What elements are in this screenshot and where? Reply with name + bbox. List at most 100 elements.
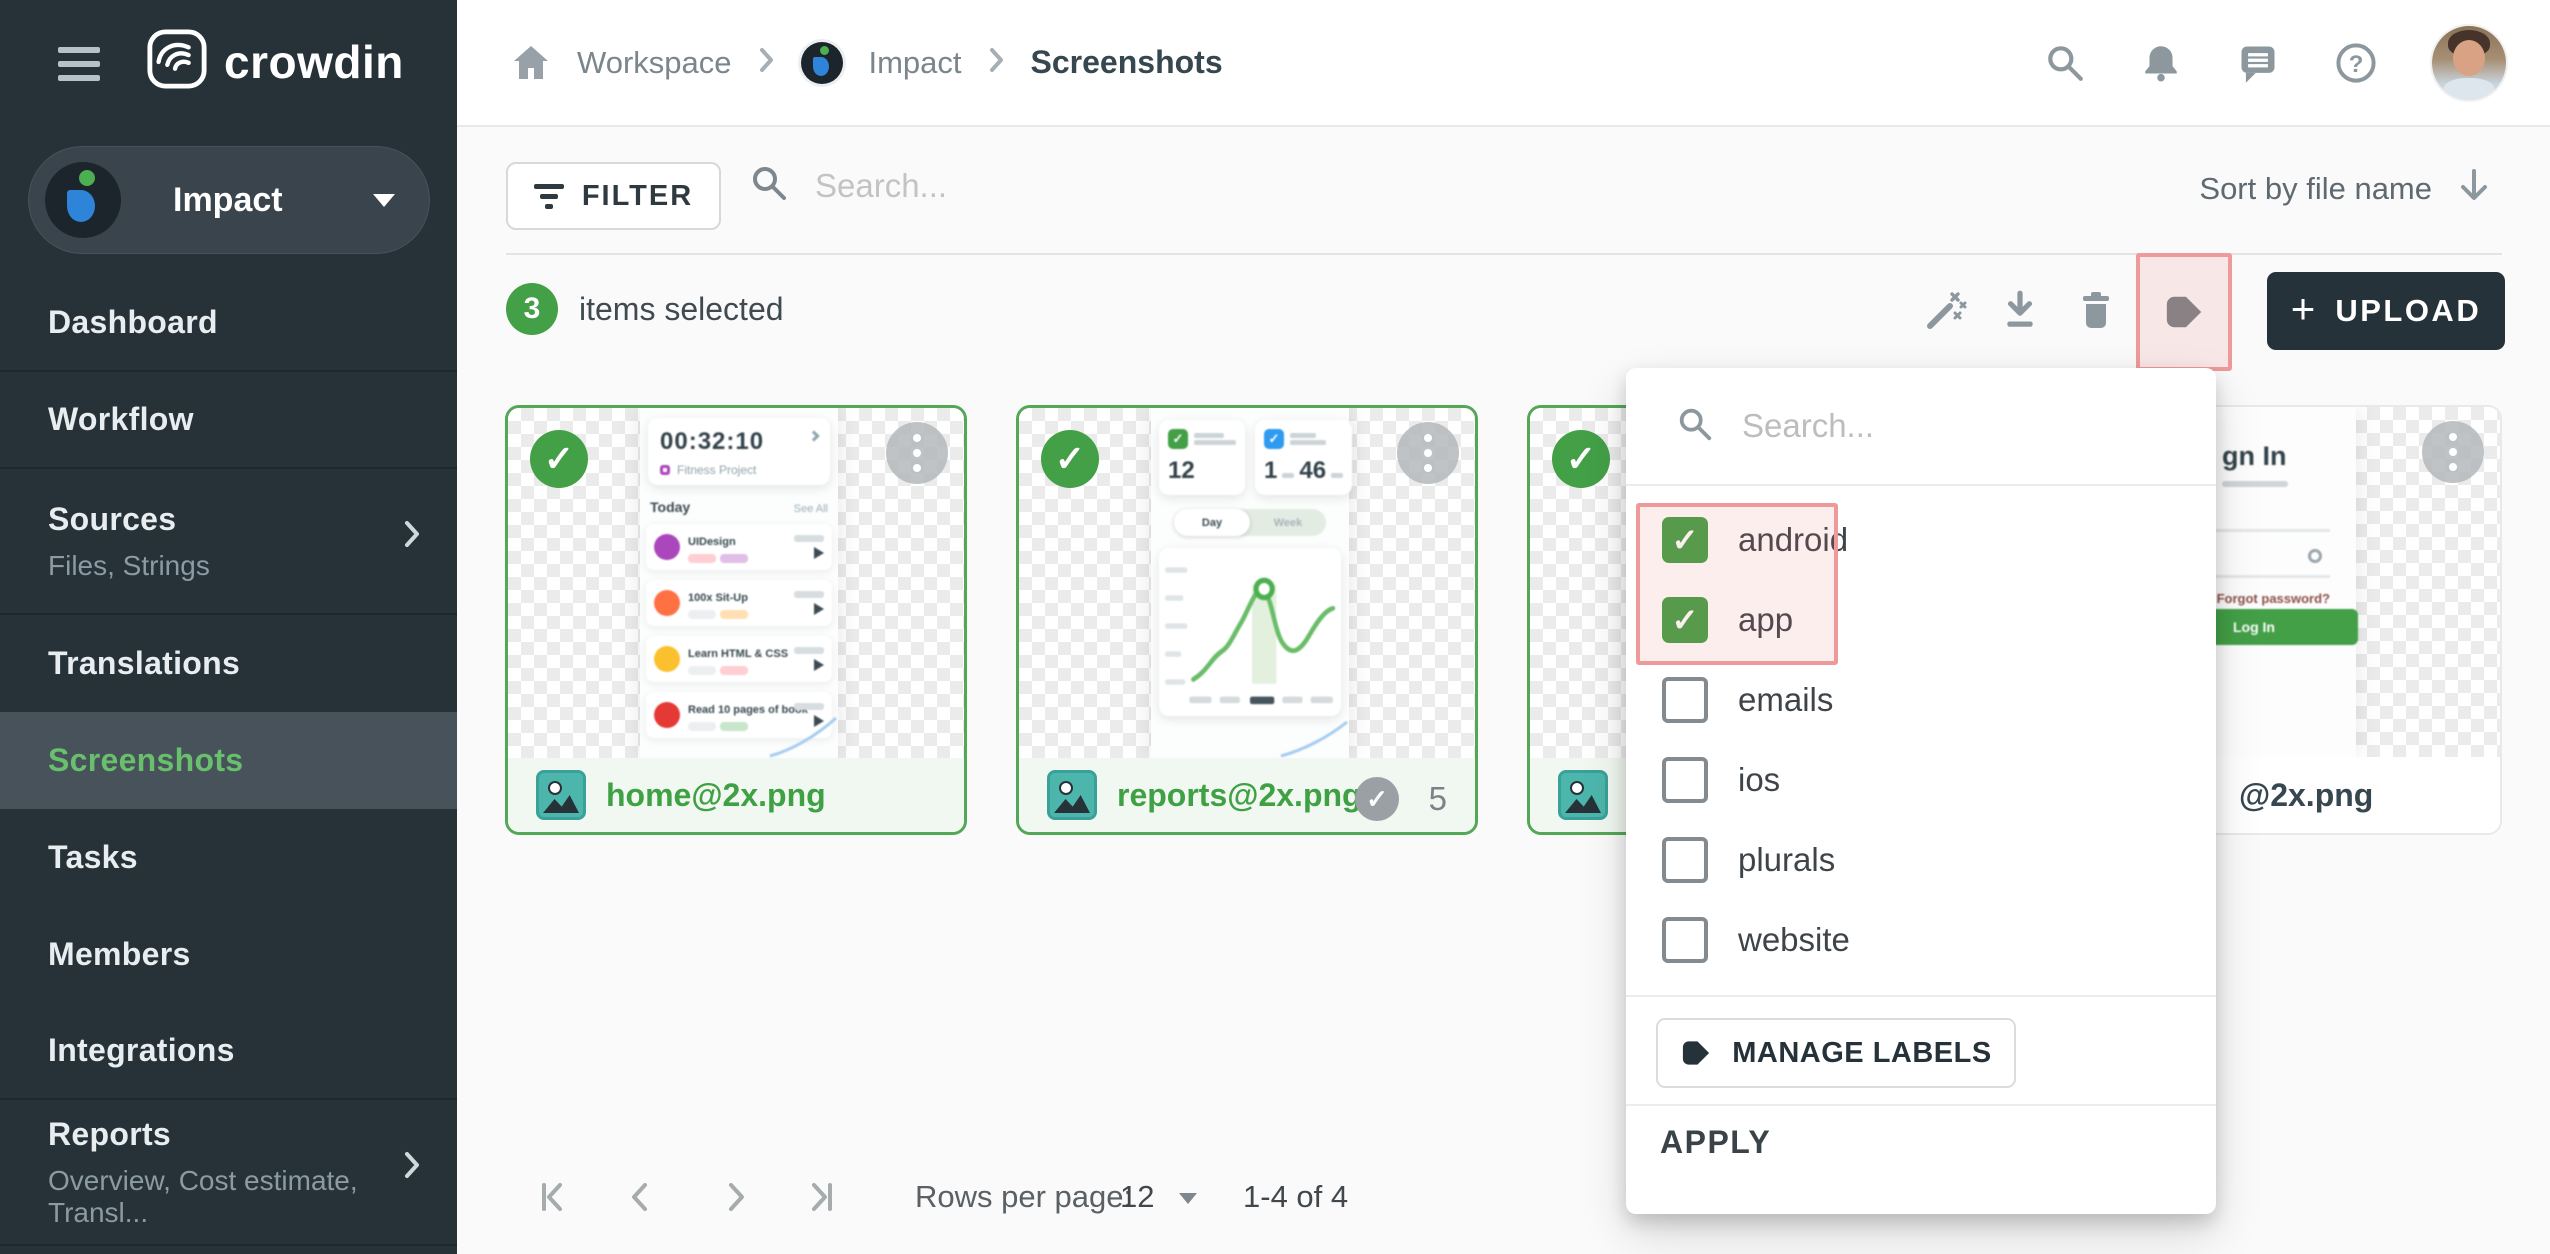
trash-icon: [2076, 289, 2116, 331]
checkbox-checked-icon[interactable]: [1662, 597, 1708, 643]
selected-check-icon[interactable]: [530, 430, 588, 488]
card-menu-kebab-icon[interactable]: [2422, 421, 2484, 483]
home-icon[interactable]: [511, 44, 551, 82]
breadcrumb-workspace[interactable]: Workspace: [577, 45, 732, 81]
selected-count-badge: 3: [506, 283, 558, 335]
delete-button[interactable]: [2065, 279, 2127, 341]
breadcrumb: Workspace Impact Screenshots: [511, 0, 1223, 125]
sidebar-item-sources[interactable]: Sources Files, Strings: [0, 469, 457, 615]
next-page-button[interactable]: [716, 1177, 756, 1217]
sidebar: crowdin Impact Dashboard Workflow Source…: [0, 0, 457, 1254]
checkbox-checked-icon[interactable]: [1662, 517, 1708, 563]
messages-chat-icon[interactable]: [2236, 41, 2280, 85]
screenshot-filename[interactable]: @2x.png: [2239, 777, 2373, 814]
sidebar-item-dashboard[interactable]: Dashboard: [0, 275, 457, 372]
help-icon[interactable]: ?: [2334, 41, 2378, 85]
last-page-button[interactable]: [802, 1177, 842, 1217]
main-content: FILTER Sort by file name 3 items selecte…: [457, 127, 2550, 1254]
sidebar-nav: Dashboard Workflow Sources Files, String…: [0, 275, 457, 1246]
brand-name: crowdin: [224, 35, 404, 89]
selected-check-icon[interactable]: [1552, 430, 1610, 488]
breadcrumb-project[interactable]: Impact: [869, 45, 962, 81]
screenshot-card-reports[interactable]: 12 146 Day Week: [1016, 405, 1478, 835]
chevron-right-icon: [758, 46, 775, 79]
manage-labels-button[interactable]: MANAGE LABELS: [1656, 1018, 2016, 1088]
chevron-right-icon: [403, 519, 421, 554]
sidebar-item-translations[interactable]: Translations: [0, 615, 457, 712]
apply-button[interactable]: APPLY: [1660, 1124, 1771, 1161]
checkbox-unchecked-icon[interactable]: [1662, 757, 1708, 803]
labels-search-field: [1626, 368, 2216, 486]
screenshot-filename[interactable]: home@2x.png: [606, 777, 826, 814]
checkbox-unchecked-icon[interactable]: [1662, 677, 1708, 723]
chevron-down-icon[interactable]: [1179, 1193, 1197, 1213]
breadcrumb-page: Screenshots: [1031, 44, 1223, 81]
first-page-button[interactable]: [532, 1177, 572, 1217]
label-tag-icon: [1680, 1038, 1712, 1068]
filter-button[interactable]: FILTER: [506, 162, 721, 230]
crowdin-logo: crowdin: [146, 28, 404, 95]
sidebar-item-workflow[interactable]: Workflow: [0, 372, 457, 469]
svg-text:?: ?: [2349, 50, 2364, 77]
sort-control[interactable]: Sort by file name: [2199, 167, 2492, 210]
check-icon: [1168, 429, 1188, 449]
rows-per-page-value[interactable]: 12: [1120, 1177, 1154, 1217]
selected-items-text: items selected: [579, 283, 784, 335]
download-button[interactable]: [1989, 279, 2051, 341]
sidebar-item-reports[interactable]: Reports Overview, Cost estimate, Transl.…: [0, 1100, 457, 1246]
checkbox-unchecked-icon[interactable]: [1662, 837, 1708, 883]
search-input[interactable]: [815, 167, 1435, 205]
upload-button[interactable]: + UPLOAD: [2267, 272, 2505, 350]
label-option-plurals[interactable]: plurals: [1626, 820, 2216, 900]
divider: [1626, 995, 2216, 997]
sidebar-item-integrations[interactable]: Integrations: [0, 1003, 457, 1100]
tagged-strings-check-icon: [1355, 777, 1399, 821]
search-icon[interactable]: [2044, 42, 2086, 84]
chevron-right-icon: [988, 46, 1005, 79]
arrow-down-icon: [2456, 167, 2492, 210]
image-file-icon: [1558, 770, 1608, 820]
project-avatar: [45, 162, 121, 238]
label-option-emails[interactable]: emails: [1626, 660, 2216, 740]
notifications-bell-icon[interactable]: [2140, 42, 2182, 84]
auto-tag-wand-button[interactable]: [1915, 279, 1977, 341]
sidebar-item-screenshots[interactable]: Screenshots: [0, 712, 457, 809]
previous-page-button[interactable]: [620, 1177, 660, 1217]
search-icon: [749, 163, 789, 208]
card-footer: reports@2x.png: [1019, 758, 1475, 832]
card-footer: home@2x.png: [508, 758, 964, 832]
rows-per-page-label: Rows per page:: [915, 1177, 1132, 1217]
tagged-strings-count: 5: [1429, 777, 1447, 821]
project-selector[interactable]: Impact: [28, 146, 430, 254]
card-menu-kebab-icon[interactable]: [886, 422, 948, 484]
chevron-right-icon: [403, 1150, 421, 1185]
selected-check-icon[interactable]: [1041, 430, 1099, 488]
labels-search-input[interactable]: [1742, 407, 2142, 445]
crowdin-logo-icon: [146, 28, 208, 95]
sidebar-item-reports-subtitle: Overview, Cost estimate, Transl...: [48, 1165, 457, 1229]
screenshots-page: crowdin Impact Dashboard Workflow Source…: [0, 0, 2550, 1254]
label-option-ios[interactable]: ios: [1626, 740, 2216, 820]
screenshot-filename[interactable]: reports@2x.png: [1117, 777, 1362, 814]
user-avatar[interactable]: [2432, 26, 2506, 100]
search-field: [749, 163, 1435, 208]
sidebar-item-members[interactable]: Members: [0, 906, 457, 1003]
hamburger-menu-icon[interactable]: [58, 47, 100, 81]
screenshot-card-home[interactable]: 00:32:10 Fitness Project Today See All U…: [505, 405, 967, 835]
labels-button-highlighted[interactable]: [2136, 253, 2232, 371]
search-icon: [1676, 405, 1714, 448]
sidebar-item-tasks[interactable]: Tasks: [0, 809, 457, 906]
label-option-android[interactable]: android: [1626, 500, 2216, 580]
label-option-app[interactable]: app: [1626, 580, 2216, 660]
pagination-range: 1-4 of 4: [1243, 1177, 1348, 1217]
label-tag-icon: [2163, 292, 2205, 332]
label-option-website[interactable]: website: [1626, 900, 2216, 980]
day-week-toggle: Day Week: [1174, 509, 1326, 536]
eye-icon: [2308, 549, 2322, 563]
mini-line-chart: [1159, 548, 1341, 716]
topbar-actions: ?: [2044, 0, 2506, 125]
card-menu-kebab-icon[interactable]: [1397, 422, 1459, 484]
labels-dropdown: android app emails ios plurals website M…: [1626, 368, 2216, 1214]
checkbox-unchecked-icon[interactable]: [1662, 917, 1708, 963]
forgot-password-link: Forgot password?: [2217, 591, 2330, 606]
